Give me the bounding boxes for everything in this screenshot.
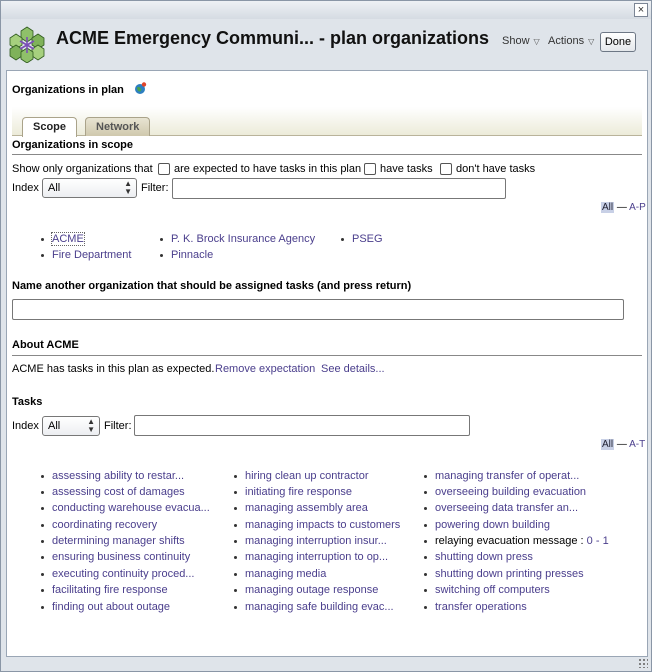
- relay-link-1[interactable]: 1: [603, 535, 609, 547]
- task-link[interactable]: assessing cost of damages: [41, 486, 185, 498]
- org-index-select[interactable]: All ▲ ▼: [42, 178, 137, 198]
- no-tasks-label: don't have tasks: [456, 163, 536, 175]
- relay-link-0[interactable]: 0: [587, 535, 593, 547]
- assign-section-title: Name another organization that should be…: [12, 280, 412, 292]
- task-link[interactable]: hiring clean up contractor: [234, 470, 369, 482]
- task-link[interactable]: switching off computers: [424, 584, 550, 596]
- org-link-pseg[interactable]: PSEG: [341, 233, 383, 245]
- tab-bar: Scope Network: [12, 107, 642, 137]
- main-panel: Organizations in plan Scope Network Orga…: [6, 70, 648, 657]
- tasks-alpha-index: All — A-T: [601, 439, 646, 450]
- task-link[interactable]: shutting down press: [424, 551, 533, 563]
- window-title: ACME Emergency Communi... - plan organiz…: [56, 28, 490, 48]
- task-link[interactable]: managing impacts to customers: [233, 519, 400, 531]
- actions-menu[interactable]: Actions ▽: [548, 35, 594, 47]
- task-link[interactable]: overseeing data transfer an...: [423, 502, 578, 514]
- task-link[interactable]: ensuring business continuity: [40, 551, 190, 563]
- no-tasks-checkbox[interactable]: [440, 163, 452, 175]
- dialog-window: × ACME Emergency Communi... - plan organ…: [0, 0, 652, 672]
- org-filter-label: Filter:: [141, 182, 169, 194]
- org-link-acme[interactable]: ACME: [41, 232, 85, 246]
- close-button[interactable]: ×: [634, 3, 648, 17]
- tasks-section-title: Tasks: [12, 396, 43, 408]
- org-filter-input[interactable]: [172, 178, 506, 199]
- org-alpha-index: All — A-P: [601, 202, 646, 213]
- task-link[interactable]: managing transfer of operat...: [423, 470, 579, 482]
- show-menu[interactable]: Show ▽: [502, 35, 540, 47]
- task-link[interactable]: managing interruption insur...: [234, 535, 387, 547]
- task-item-relaying: relaying evacuation message : 0 - 1: [424, 535, 609, 547]
- tab-scope[interactable]: Scope: [22, 117, 78, 137]
- have-tasks-checkbox[interactable]: [364, 163, 376, 175]
- task-link[interactable]: facilitating fire response: [41, 584, 168, 596]
- chevron-down-icon: ▽: [588, 37, 595, 46]
- task-link[interactable]: managing interruption to op...: [233, 551, 388, 563]
- tasks-filter-label: Filter:: [104, 420, 132, 432]
- task-link[interactable]: assessing ability to restar...: [40, 470, 184, 482]
- about-section-title: About ACME: [12, 339, 79, 351]
- scope-section-title: Organizations in scope: [12, 139, 134, 151]
- task-link[interactable]: conducting warehouse evacua...: [41, 502, 210, 514]
- show-only-label: Show only organizations that: [12, 163, 153, 175]
- task-link[interactable]: managing outage response: [233, 584, 378, 596]
- task-link[interactable]: determining manager shifts: [41, 535, 185, 547]
- alpha-all-link[interactable]: All: [601, 439, 615, 450]
- done-button[interactable]: Done: [600, 32, 636, 52]
- select-arrows-icon: ▲ ▼: [124, 179, 132, 196]
- tasks-index-select[interactable]: All ▲ ▼: [42, 416, 100, 436]
- resize-handle-icon[interactable]: [638, 658, 648, 668]
- task-link[interactable]: initiating fire response: [233, 486, 352, 498]
- assign-org-input[interactable]: [12, 299, 624, 320]
- org-link-fire-department[interactable]: Fire Department: [40, 249, 131, 261]
- about-text: ACME has tasks in this plan as expected.: [12, 363, 215, 375]
- tasks-filter-input[interactable]: [134, 415, 470, 436]
- org-index-label: Index: [12, 182, 39, 194]
- task-link[interactable]: managing safe building evac...: [234, 601, 394, 613]
- org-link-pinnacle[interactable]: Pinnacle: [159, 249, 213, 261]
- alpha-range-link[interactable]: A-T: [629, 439, 645, 450]
- task-link[interactable]: managing assembly area: [234, 502, 368, 514]
- task-link[interactable]: powering down building: [424, 519, 550, 531]
- select-arrows-icon: ▲ ▼: [87, 417, 95, 434]
- task-link[interactable]: coordinating recovery: [40, 519, 157, 531]
- divider: [12, 355, 642, 356]
- divider: [12, 154, 642, 155]
- task-link[interactable]: managing media: [233, 568, 326, 580]
- expected-tasks-label: are expected to have tasks in this plan: [174, 163, 362, 175]
- chevron-down-icon: ▽: [533, 37, 540, 46]
- panel-title: Organizations in plan: [12, 84, 124, 96]
- task-link[interactable]: overseeing building evacuation: [423, 486, 586, 498]
- title-bar: ×: [1, 1, 651, 19]
- task-link[interactable]: transfer operations: [424, 601, 527, 613]
- have-tasks-label: have tasks: [380, 163, 433, 175]
- app-logo-icon: [9, 26, 45, 63]
- header: ACME Emergency Communi... - plan organiz…: [1, 19, 651, 67]
- task-link[interactable]: finding out about outage: [40, 601, 170, 613]
- alpha-range-link[interactable]: A-P: [629, 202, 646, 213]
- close-icon: ×: [637, 4, 645, 16]
- task-link[interactable]: executing continuity proced...: [40, 568, 194, 580]
- org-link-pk-brock[interactable]: P. K. Brock Insurance Agency: [159, 233, 315, 245]
- expected-tasks-checkbox[interactable]: [158, 163, 170, 175]
- alpha-all-link[interactable]: All: [601, 202, 615, 213]
- tasks-index-label: Index: [12, 420, 39, 432]
- remove-expectation-link[interactable]: Remove expectation: [215, 363, 315, 375]
- task-link[interactable]: shutting down printing presses: [424, 568, 584, 580]
- globe-icon: [135, 82, 147, 94]
- tab-network[interactable]: Network: [85, 117, 151, 136]
- see-details-link[interactable]: See details...: [321, 363, 385, 375]
